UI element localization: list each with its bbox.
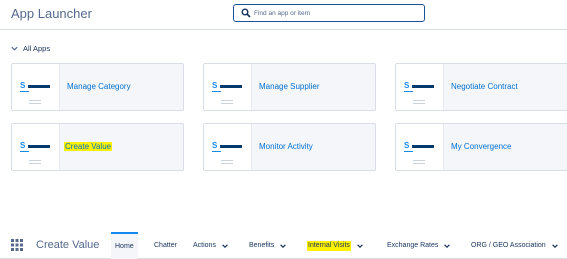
nav-tab-label: Exchange Rates — [387, 241, 439, 249]
nav-tab-chatter[interactable]: Chatter — [154, 232, 177, 259]
search-box[interactable] — [233, 4, 425, 22]
app-tile-negotiate-contract[interactable]: S Negotiate Contract — [395, 63, 567, 111]
app-logo-icon: S — [204, 64, 252, 110]
chevron-down-icon — [11, 46, 18, 51]
chevron-down-icon[interactable] — [356, 242, 364, 250]
search-icon — [241, 8, 251, 18]
app-tile-name: My Convergence — [451, 142, 512, 151]
app-logo-icon: S — [396, 124, 444, 170]
nav-tab-internal-visits[interactable]: Internal Visits — [307, 232, 364, 259]
chevron-down-icon[interactable] — [279, 242, 287, 250]
nav-tab-label: ORG / GEO Association — [471, 241, 546, 249]
nav-tab-label: Internal Visits — [307, 240, 351, 251]
app-tile-manage-supplier[interactable]: S Manage Supplier — [203, 63, 376, 111]
current-app-name: Create Value — [36, 239, 100, 251]
section-label: All Apps — [23, 43, 51, 53]
nav-tab-label: Chatter — [154, 241, 177, 249]
app-logo-icon: S — [396, 64, 444, 110]
chevron-down-icon[interactable] — [443, 242, 451, 250]
app-logo-icon: S — [204, 124, 252, 170]
app-tile-my-convergence[interactable]: S My Convergence — [395, 123, 567, 171]
app-nav-bar: Create Value Home Chatter Actions Benefi… — [0, 232, 567, 259]
all-apps-section-toggle[interactable]: All Apps — [10, 41, 50, 55]
app-tile-name: Manage Category — [67, 82, 131, 91]
nav-tab-label: Home — [115, 242, 134, 250]
app-tile-name: Monitor Activity — [259, 142, 313, 151]
app-tile-name: Manage Supplier — [259, 82, 320, 91]
search-input[interactable] — [254, 6, 419, 20]
nav-tab-actions[interactable]: Actions — [193, 232, 229, 259]
nav-tab-home[interactable]: Home — [111, 232, 138, 259]
app-launcher-header: App Launcher — [0, 0, 567, 30]
app-logo-icon: S — [12, 64, 60, 110]
nav-tab-exchange-rates[interactable]: Exchange Rates — [387, 232, 451, 259]
chevron-down-icon[interactable] — [551, 242, 559, 250]
nav-tab-benefits[interactable]: Benefits — [249, 232, 287, 259]
app-tile-manage-category[interactable]: S Manage Category — [11, 63, 184, 111]
page-title: App Launcher — [11, 6, 92, 21]
app-tile-create-value[interactable]: S Create Value — [11, 123, 184, 171]
app-tile-monitor-activity[interactable]: S Monitor Activity — [203, 123, 376, 171]
app-tile-name: Create Value — [64, 142, 113, 151]
app-logo-icon: S — [12, 124, 60, 170]
nav-tab-label: Actions — [193, 241, 216, 249]
nav-tab-org-geo-association[interactable]: ORG / GEO Association — [471, 232, 559, 259]
app-launcher-waffle-icon[interactable] — [10, 238, 24, 252]
nav-tab-label: Benefits — [249, 241, 275, 249]
app-tile-name: Negotiate Contract — [451, 82, 518, 91]
chevron-down-icon[interactable] — [221, 242, 229, 250]
